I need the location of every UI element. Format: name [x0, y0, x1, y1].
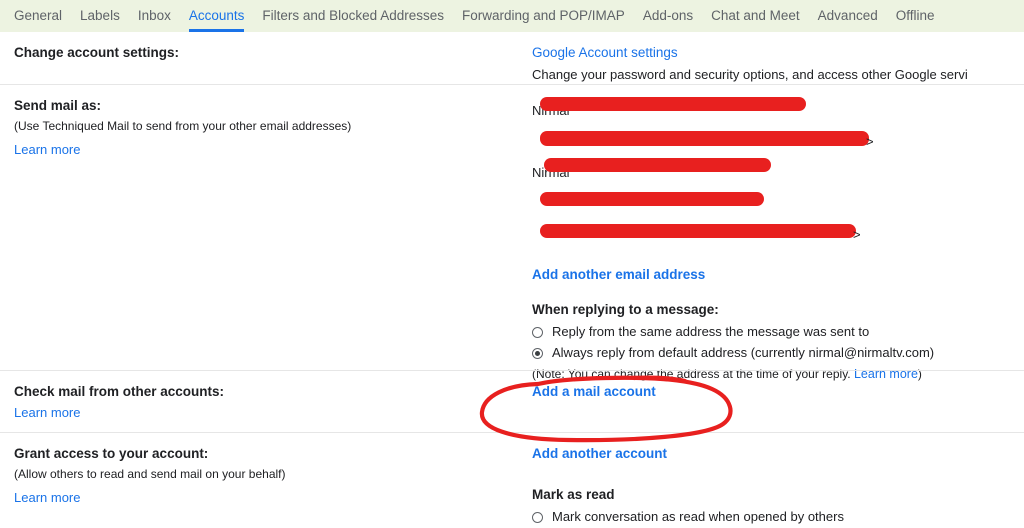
tab-chat-and-meet[interactable]: Chat and Meet	[711, 0, 800, 32]
address-tail-bracket: >	[866, 134, 874, 149]
reply-option-default-address[interactable]: Always reply from default address (curre…	[532, 344, 1024, 362]
radio-icon[interactable]	[532, 511, 543, 523]
change-account-right-column: Google Account settings Change your pass…	[520, 32, 1024, 84]
redaction-stroke	[540, 131, 869, 146]
check-mail-learn-more-link[interactable]: Learn more	[14, 404, 508, 422]
redaction-stroke	[540, 224, 856, 238]
google-account-settings-link[interactable]: Google Account settings	[532, 44, 1024, 62]
section-check-mail-from-other-accounts: Check mail from other accounts: Learn mo…	[0, 370, 1024, 432]
accounts-settings-content: Change account settings: Google Account …	[0, 32, 1024, 524]
grant-access-sublabel: (Allow others to read and send mail on y…	[14, 467, 286, 481]
settings-tab-bar: General Labels Inbox Accounts Filters an…	[0, 0, 1024, 32]
send-mail-as-address-row: >	[532, 223, 1024, 254]
mark-as-read-option-label: Mark conversation as read when opened by…	[552, 509, 844, 524]
redaction-stroke	[540, 192, 764, 206]
send-mail-as-address-row: >	[532, 130, 1024, 161]
tab-offline[interactable]: Offline	[896, 0, 935, 32]
send-mail-as-address-list: Nirmal > Nirmal	[532, 97, 1024, 254]
grant-access-left-column: Grant access to your account: (Allow oth…	[0, 433, 520, 512]
send-mail-as-address-row	[532, 192, 1024, 223]
add-another-account-link[interactable]: Add another account	[532, 445, 1024, 463]
change-account-description: Change your password and security option…	[532, 67, 968, 82]
tab-labels[interactable]: Labels	[80, 0, 120, 32]
tab-add-ons[interactable]: Add-ons	[643, 0, 693, 32]
tab-advanced[interactable]: Advanced	[818, 0, 878, 32]
grant-access-label: Grant access to your account:	[14, 446, 209, 461]
add-a-mail-account-link[interactable]: Add a mail account	[532, 383, 1024, 401]
tab-filters-and-blocked-addresses[interactable]: Filters and Blocked Addresses	[262, 0, 444, 32]
send-mail-as-right-column: Nirmal > Nirmal	[520, 85, 1024, 381]
address-tail-bracket: >	[853, 227, 861, 242]
check-mail-right-column: Add a mail account	[520, 371, 1024, 432]
send-mail-as-left-column: Send mail as: (Use Techniqued Mail to se…	[0, 85, 520, 370]
section-grant-access-to-your-account: Grant access to your account: (Allow oth…	[0, 432, 1024, 524]
check-mail-left-column: Check mail from other accounts: Learn mo…	[0, 371, 520, 432]
add-another-email-address-link[interactable]: Add another email address	[532, 266, 1024, 284]
tab-accounts[interactable]: Accounts	[188, 0, 244, 32]
reply-option-label: Always reply from default address (curre…	[552, 345, 935, 360]
send-mail-as-address-row: Nirmal	[532, 158, 1024, 192]
change-account-label: Change account settings:	[14, 45, 180, 60]
grant-access-right-column: Add another account Mark as read Mark co…	[520, 433, 1024, 524]
reply-option-label: Reply from the same address the message …	[552, 324, 870, 339]
when-replying-title: When replying to a message:	[532, 302, 719, 317]
mark-as-read-title: Mark as read	[532, 487, 615, 502]
tab-general[interactable]: General	[14, 0, 62, 32]
redaction-stroke	[544, 158, 771, 172]
tab-forwarding-and-pop-imap[interactable]: Forwarding and POP/IMAP	[462, 0, 625, 32]
mark-as-read-option[interactable]: Mark conversation as read when opened by…	[532, 508, 1024, 526]
redaction-stroke	[540, 97, 806, 111]
send-mail-as-label: Send mail as:	[14, 98, 102, 113]
radio-icon[interactable]	[532, 326, 543, 338]
reply-option-same-address[interactable]: Reply from the same address the message …	[532, 323, 1024, 341]
check-mail-label: Check mail from other accounts:	[14, 384, 225, 399]
section-send-mail-as: Send mail as: (Use Techniqued Mail to se…	[0, 84, 1024, 381]
send-mail-as-sublabel: (Use Techniqued Mail to send from your o…	[14, 119, 352, 133]
tab-inbox[interactable]: Inbox	[138, 0, 171, 32]
send-mail-as-learn-more-link[interactable]: Learn more	[14, 141, 508, 159]
change-account-left-column: Change account settings:	[0, 32, 520, 84]
section-change-account-settings: Change account settings: Google Account …	[0, 32, 1024, 84]
grant-access-learn-more-link[interactable]: Learn more	[14, 489, 508, 507]
send-mail-as-address-row: Nirmal	[532, 97, 1024, 130]
radio-icon[interactable]	[532, 347, 543, 359]
